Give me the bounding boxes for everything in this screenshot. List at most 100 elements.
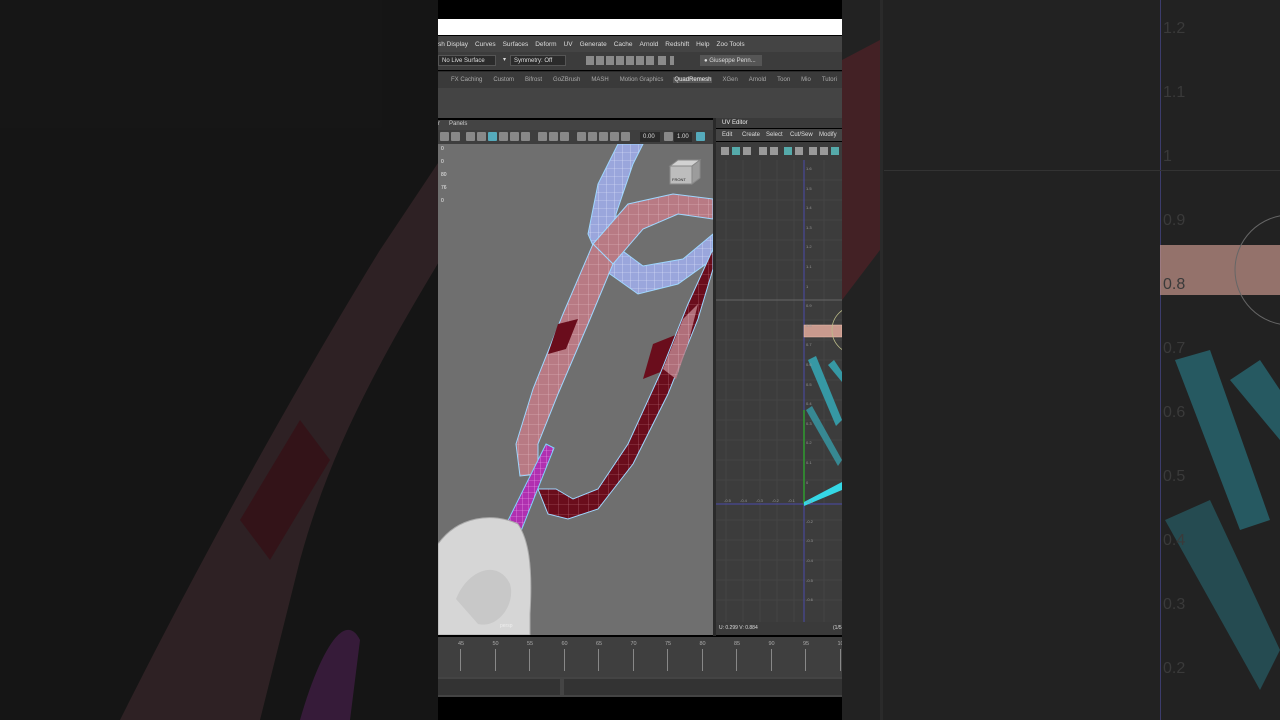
ipr-icon[interactable] [606,56,614,65]
shadows-icon[interactable] [521,132,530,141]
background-tick-label: 0.5 [1163,468,1186,485]
menu-mesh-display[interactable]: sh Display [438,41,468,48]
select-camera-icon[interactable] [440,132,449,141]
uv-menu-edit[interactable]: Edit [722,132,732,138]
play-icon[interactable] [658,56,666,65]
render-view-icon[interactable] [636,56,644,65]
uv-u-tick-label: -0.2 [772,498,779,503]
isolate-icon[interactable] [549,132,558,141]
menu-curves[interactable]: Curves [475,41,496,48]
render-icon[interactable] [586,56,594,65]
gamma-field[interactable]: 1.00 [674,132,692,142]
grid-icon[interactable] [577,132,586,141]
uv-tile-icon[interactable] [831,147,839,155]
shelf-tab-custom[interactable]: Custom [492,77,515,83]
uv-u-tick-label: -0.1 [788,498,795,503]
range-slider-left[interactable] [438,679,560,695]
lights-icon[interactable] [510,132,519,141]
background-tick-label: 0.8 [1163,276,1186,293]
pause-icon[interactable] [670,56,674,65]
timeline-frame-label: 95 [803,641,810,647]
menu-help[interactable]: Help [696,41,709,48]
camera-attributes-icon[interactable] [451,132,460,141]
shelf-tab-arnold[interactable]: Arnold [748,77,767,83]
menu-uv[interactable]: UV [564,41,573,48]
hypershade-icon[interactable] [626,56,634,65]
uv-shell-icon[interactable] [721,147,729,155]
menu-surfaces[interactable]: Surfaces [503,41,529,48]
uv-menu-modify[interactable]: Modify [819,132,837,138]
wireframe-on-shaded-icon[interactable] [488,132,497,141]
uv-v-tick-label: -0.5 [806,577,813,583]
textured-icon[interactable] [499,132,508,141]
shelf-tab-mio[interactable]: Mio [800,77,812,83]
hud-value-verts: 0 [441,146,444,152]
camera-label: persp [500,623,513,629]
uv-v-tick-label: 0.5 [806,381,812,387]
title-strip [438,19,842,35]
shelf-tab-fx-caching[interactable]: FX Caching [450,77,483,83]
perspective-viewport[interactable]: 0 0 80 76 0 FRONT persp [438,144,713,635]
menu-arnold[interactable]: Arnold [639,41,658,48]
ambient-occlusion-icon[interactable] [538,132,547,141]
symmetry-field[interactable]: Symmetry: Off [510,55,566,66]
menu-generate[interactable]: Generate [580,41,607,48]
uv-v-tick-label: -0.2 [806,518,813,524]
resolution-gate-icon[interactable] [588,132,597,141]
uv-menu-create[interactable]: Create [742,132,760,138]
render-settings-icon[interactable] [616,56,624,65]
user-account-button[interactable]: ● Giuseppe Penn... [700,55,762,66]
shelf-tab-toon[interactable]: Toon [776,77,791,83]
uv-editor-canvas[interactable]: 1.6 1.5 1.4 1.3 1.2 1.1 1 0.9 0.8 0.7 0.6 0.5 0.4 0.3… [716,160,842,622]
color-management-icon[interactable] [696,132,705,141]
uv-v-tick-label: 0 [806,479,809,485]
field-chart-icon[interactable] [610,132,619,141]
uv-v-tick-label: 0.6 [806,362,812,367]
uv-snapshot-icon[interactable] [820,147,828,155]
uv-v-tick-label: 1.4 [806,205,812,211]
render-region-icon[interactable] [596,56,604,65]
xray-icon[interactable] [560,132,569,141]
dropdown-arrow-icon[interactable]: ▾ [500,55,508,66]
shelf-tab-bifrost[interactable]: Bifrost [524,77,543,83]
menu-zoo-tools[interactable]: Zoo Tools [717,41,745,48]
shelf-tab-xgen[interactable]: XGen [721,77,738,83]
safe-action-icon[interactable] [599,132,608,141]
uv-checker-icon[interactable] [732,147,740,155]
menu-cache[interactable]: Cache [614,41,633,48]
smooth-shade-icon[interactable] [477,132,486,141]
timeline-tick [460,649,461,671]
shelf-tab-gozbrush[interactable]: GoZBrush [552,77,581,83]
uv-grid-icon[interactable] [784,147,792,155]
uv-distortion-icon[interactable] [743,147,751,155]
timeline-tick [805,649,806,671]
shelf-tab-quadremesh[interactable]: QuadRemesh [673,77,713,83]
range-slider-right[interactable] [564,679,842,695]
viewport-menu-panels[interactable]: Panels [449,121,467,127]
viewport-menu-renderer[interactable]: r [438,121,440,127]
view-cube-label[interactable]: FRONT [672,177,686,182]
uv-v-tick-label: 0.8 [806,322,812,328]
menu-redshift[interactable]: Redshift [665,41,689,48]
uv-borders-icon[interactable] [759,147,767,155]
timeline-tick [839,649,841,671]
exposure-icon[interactable] [621,132,630,141]
menu-deform[interactable]: Deform [535,41,556,48]
uv-menu-cut-sew[interactable]: Cut/Sew [790,132,813,138]
gamma-icon[interactable] [664,132,673,141]
shelf-tab-mash[interactable]: MASH [590,77,609,83]
light-editor-icon[interactable] [646,56,654,65]
background-tick-label: 0.6 [1163,404,1186,421]
uv-display-icon[interactable] [809,147,817,155]
timeline-frame-label: 55 [527,641,534,647]
shelf-tab-tutorial[interactable]: Tutori [821,77,838,83]
uv-image-icon[interactable] [770,147,778,155]
uv-menu-select[interactable]: Select [766,132,783,138]
exposure-field[interactable]: 0.00 [640,132,660,142]
live-surface-field[interactable]: No Live Surface [438,55,496,66]
uv-filter-icon[interactable] [795,147,803,155]
wireframe-icon[interactable] [466,132,475,141]
time-slider[interactable]: 45 50 55 60 65 70 75 80 85 90 95 100 [438,637,842,677]
shelf-tab-motion-graphics[interactable]: Motion Graphics [619,77,665,83]
uv-v-tick-label: 0.3 [806,420,812,426]
